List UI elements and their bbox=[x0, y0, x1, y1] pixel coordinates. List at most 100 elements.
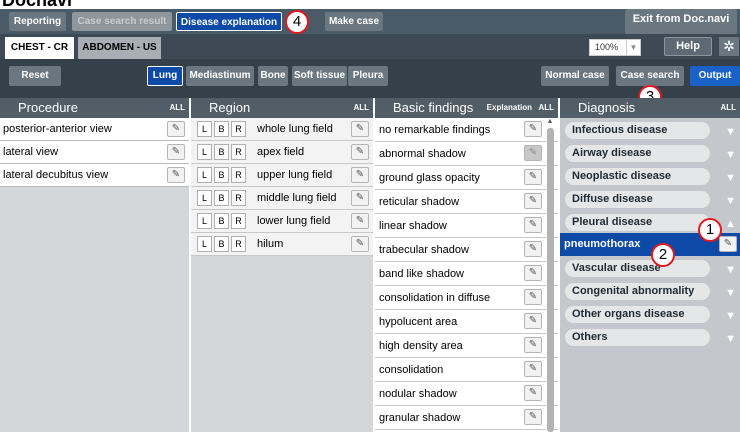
edit-icon[interactable]: ✎ bbox=[351, 144, 369, 160]
diagnosis-category[interactable]: Infectious disease ▼ bbox=[560, 118, 740, 141]
edit-icon[interactable]: ✎ bbox=[167, 121, 185, 137]
reporting-button[interactable]: Reporting bbox=[9, 12, 66, 31]
reset-button[interactable]: Reset bbox=[9, 66, 61, 86]
region-item[interactable]: L B R whole lung field ✎ bbox=[191, 118, 373, 141]
gear-icon[interactable]: ✲ bbox=[719, 37, 739, 56]
region-item[interactable]: L B R middle lung field ✎ bbox=[191, 187, 373, 210]
edit-icon[interactable]: ✎ bbox=[524, 265, 542, 281]
side-right-button[interactable]: R bbox=[231, 213, 246, 229]
edit-icon[interactable]: ✎ bbox=[524, 193, 542, 209]
finding-item[interactable]: linear shadow ✎ bbox=[375, 214, 558, 238]
output-button[interactable]: Output bbox=[690, 66, 740, 86]
scroll-up-icon[interactable]: ▲ bbox=[546, 118, 554, 126]
edit-icon[interactable]: ✎ bbox=[351, 236, 369, 252]
diagnosis-category[interactable]: Diffuse disease ▼ bbox=[560, 187, 740, 210]
side-left-button[interactable]: L bbox=[197, 167, 212, 183]
edit-icon[interactable]: ✎ bbox=[524, 337, 542, 353]
tab-chest-cr[interactable]: CHEST - CR bbox=[5, 37, 74, 59]
diagnosis-category[interactable]: Vascular disease ▼ bbox=[560, 256, 740, 279]
edit-icon[interactable]: ✎ bbox=[524, 241, 542, 257]
edit-icon[interactable]: ✎ bbox=[524, 361, 542, 377]
edit-icon[interactable]: ✎ bbox=[524, 385, 542, 401]
side-left-button[interactable]: L bbox=[197, 236, 212, 252]
finding-item[interactable]: band like shadow ✎ bbox=[375, 262, 558, 286]
edit-icon[interactable]: ✎ bbox=[167, 167, 185, 183]
filter-mediastinum[interactable]: Mediastinum bbox=[186, 66, 254, 86]
procedure-item[interactable]: lateral decubitus view ✎ bbox=[0, 164, 189, 187]
side-both-button[interactable]: B bbox=[214, 213, 229, 229]
edit-icon[interactable]: ✎ bbox=[167, 144, 185, 160]
edit-icon[interactable]: ✎ bbox=[524, 313, 542, 329]
exit-button[interactable]: Exit from Doc.navi bbox=[625, 9, 737, 34]
side-both-button[interactable]: B bbox=[214, 144, 229, 160]
edit-icon[interactable]: ✎ bbox=[524, 169, 542, 185]
side-both-button[interactable]: B bbox=[214, 236, 229, 252]
finding-item[interactable]: consolidation in diffuse ✎ bbox=[375, 286, 558, 310]
zoom-select[interactable]: 100% ▼ bbox=[589, 39, 641, 56]
normal-case-button[interactable]: Normal case bbox=[541, 66, 609, 86]
edit-icon[interactable]: ✎ bbox=[524, 121, 542, 137]
filter-lung[interactable]: Lung bbox=[147, 66, 183, 86]
edit-icon[interactable]: ✎ bbox=[351, 167, 369, 183]
region-item[interactable]: L B R apex field ✎ bbox=[191, 141, 373, 164]
side-left-button[interactable]: L bbox=[197, 190, 212, 206]
edit-icon[interactable]: ✎ bbox=[351, 213, 369, 229]
diagnosis-category[interactable]: Neoplastic disease ▼ bbox=[560, 164, 740, 187]
side-left-button[interactable]: L bbox=[197, 144, 212, 160]
diagnosis-category[interactable]: Congenital abnormality ▼ bbox=[560, 279, 740, 302]
procedure-item[interactable]: lateral view ✎ bbox=[0, 141, 189, 164]
finding-item[interactable]: nodular shadow ✎ bbox=[375, 382, 558, 406]
finding-item[interactable]: no remarkable findings ✎ bbox=[375, 118, 558, 142]
diagnosis-category[interactable]: Other organs disease ▼ bbox=[560, 302, 740, 325]
finding-item[interactable]: reticular shadow ✎ bbox=[375, 190, 558, 214]
filter-soft-tissue[interactable]: Soft tissue bbox=[292, 66, 347, 86]
side-both-button[interactable]: B bbox=[214, 121, 229, 137]
case-search-result-button[interactable]: Case search result bbox=[72, 12, 172, 31]
procedure-all-button[interactable]: ALL bbox=[169, 98, 185, 118]
finding-item[interactable]: high density area ✎ bbox=[375, 334, 558, 358]
side-left-button[interactable]: L bbox=[197, 213, 212, 229]
region-item[interactable]: L B R lower lung field ✎ bbox=[191, 210, 373, 233]
diagnosis-category[interactable]: Others ▼ bbox=[560, 325, 740, 348]
edit-icon[interactable]: ✎ bbox=[524, 217, 542, 233]
make-case-button[interactable]: Make case bbox=[325, 12, 383, 31]
finding-item[interactable]: ground glass opacity ✎ bbox=[375, 166, 558, 190]
finding-item[interactable]: hypolucent area ✎ bbox=[375, 310, 558, 334]
edit-icon[interactable]: ✎ bbox=[524, 145, 542, 161]
side-right-button[interactable]: R bbox=[231, 144, 246, 160]
region-all-button[interactable]: ALL bbox=[353, 98, 369, 118]
basic-findings-all-button[interactable]: ALL bbox=[538, 98, 554, 118]
edit-icon[interactable]: ✎ bbox=[351, 190, 369, 206]
finding-item[interactable]: abnormal shadow ✎ bbox=[375, 142, 558, 166]
explanation-button[interactable]: Explanation bbox=[487, 98, 532, 118]
finding-item[interactable]: consolidation ✎ bbox=[375, 358, 558, 382]
side-right-button[interactable]: R bbox=[231, 236, 246, 252]
procedure-item[interactable]: posterior-anterior view ✎ bbox=[0, 118, 189, 141]
edit-icon[interactable]: ✎ bbox=[719, 236, 737, 252]
finding-label: linear shadow bbox=[379, 220, 447, 232]
side-right-button[interactable]: R bbox=[231, 121, 246, 137]
help-button[interactable]: Help bbox=[664, 37, 712, 56]
filter-pleura[interactable]: Pleura bbox=[348, 66, 388, 86]
finding-item[interactable]: trabecular shadow ✎ bbox=[375, 238, 558, 262]
finding-item[interactable]: granular shadow ✎ bbox=[375, 406, 558, 430]
diagnosis-category[interactable]: Airway disease ▼ bbox=[560, 141, 740, 164]
side-left-button[interactable]: L bbox=[197, 121, 212, 137]
region-item[interactable]: L B R upper lung field ✎ bbox=[191, 164, 373, 187]
region-label: upper lung field bbox=[257, 169, 333, 181]
side-both-button[interactable]: B bbox=[214, 190, 229, 206]
region-item[interactable]: L B R hilum ✎ bbox=[191, 233, 373, 256]
side-both-button[interactable]: B bbox=[214, 167, 229, 183]
case-search-button[interactable]: Case search bbox=[616, 66, 684, 86]
disease-explanation-button[interactable]: Disease explanation bbox=[176, 12, 282, 31]
edit-icon[interactable]: ✎ bbox=[524, 409, 542, 425]
side-right-button[interactable]: R bbox=[231, 190, 246, 206]
filter-bone[interactable]: Bone bbox=[258, 66, 288, 86]
edit-icon[interactable]: ✎ bbox=[351, 121, 369, 137]
edit-icon[interactable]: ✎ bbox=[524, 289, 542, 305]
diagnosis-all-button[interactable]: ALL bbox=[720, 98, 736, 118]
scrollbar-thumb[interactable] bbox=[547, 128, 554, 432]
chevron-down-icon[interactable]: ▼ bbox=[725, 328, 736, 351]
tab-abdomen-us[interactable]: ABDOMEN - US bbox=[78, 37, 161, 59]
side-right-button[interactable]: R bbox=[231, 167, 246, 183]
